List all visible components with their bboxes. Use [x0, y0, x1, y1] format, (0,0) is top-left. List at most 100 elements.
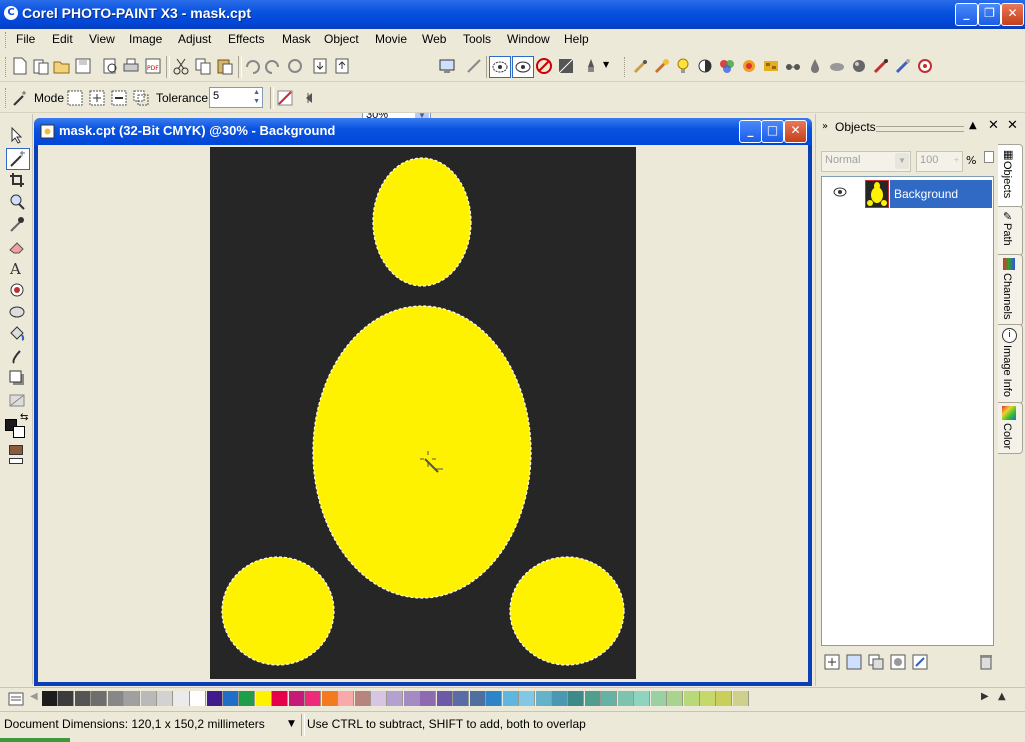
mask-tool-icon[interactable]	[6, 148, 30, 170]
ellipse-tool-icon[interactable]	[8, 303, 26, 321]
toolbar-grip[interactable]	[5, 57, 9, 77]
fill-tool-icon[interactable]	[8, 325, 26, 343]
pick-tool-icon[interactable]	[8, 126, 26, 144]
transparency-tool-icon[interactable]	[8, 391, 26, 409]
palette-swatch[interactable]	[42, 691, 58, 706]
publish-pdf-icon[interactable]: PDF	[144, 57, 162, 75]
print-preview-icon[interactable]	[101, 57, 119, 75]
tab-color[interactable]: Color	[998, 402, 1023, 454]
menu-view[interactable]: View	[89, 32, 115, 46]
tab-image-info[interactable]: i Image Info	[998, 324, 1023, 404]
eraser-brush-icon[interactable]	[894, 57, 912, 75]
palette-swatch[interactable]	[551, 691, 568, 706]
hue-saturation-icon[interactable]	[740, 57, 758, 75]
copy-icon[interactable]	[194, 57, 212, 75]
image-shapes[interactable]	[210, 147, 636, 679]
close-button[interactable]: ✕	[1001, 3, 1024, 26]
corel-balloon-icon[interactable]: C	[4, 6, 18, 20]
open-icon[interactable]	[53, 57, 71, 75]
opacity-spinner-icon[interactable]: ÷	[954, 155, 959, 165]
crop-tool-icon[interactable]	[8, 171, 26, 189]
left-foot-circle[interactable]	[221, 556, 335, 666]
palette-swatch[interactable]	[568, 691, 585, 706]
chevron-down-icon[interactable]: ▼	[603, 60, 609, 69]
palette-swatch[interactable]	[124, 691, 141, 706]
palette-expand-icon[interactable]: ▲	[998, 691, 1006, 702]
palette-swatch[interactable]	[453, 691, 470, 706]
palette-swatch[interactable]	[650, 691, 667, 706]
menu-grip[interactable]	[5, 32, 9, 48]
menu-image[interactable]: Image	[129, 32, 162, 46]
palette-swatch[interactable]	[634, 691, 651, 706]
print-icon[interactable]	[122, 57, 140, 75]
text-tool-icon[interactable]: A	[8, 259, 26, 277]
palette-swatch[interactable]	[190, 691, 207, 706]
color-balance-icon[interactable]	[718, 57, 736, 75]
docker-close-icon[interactable]: ✕	[988, 118, 999, 133]
drop-icon[interactable]	[806, 57, 824, 75]
palette-swatch[interactable]	[222, 691, 239, 706]
docker-options-icon[interactable]	[984, 151, 994, 163]
toolbar-grip[interactable]	[5, 88, 9, 108]
palette-swatch[interactable]	[58, 691, 75, 706]
palette-swatch[interactable]	[338, 691, 355, 706]
palette-swatch[interactable]	[140, 691, 157, 706]
mode-normal-icon[interactable]	[66, 89, 84, 107]
tab-path[interactable]: ✎ Path	[998, 206, 1023, 256]
palette-swatch[interactable]	[436, 691, 453, 706]
eraser-tool-icon[interactable]	[8, 237, 26, 255]
effect-tool-icon[interactable]	[653, 57, 671, 75]
menu-object[interactable]: Object	[324, 32, 359, 46]
document-close-button[interactable]: ✕	[784, 120, 807, 143]
paint-tool-icon[interactable]	[632, 57, 650, 75]
new-from-clipboard-icon[interactable]	[32, 57, 50, 75]
docker-panel-close-icon[interactable]: ✕	[1007, 118, 1018, 133]
import-icon[interactable]	[311, 57, 329, 75]
palette-swatch[interactable]	[272, 691, 289, 706]
drop-shadow-tool-icon[interactable]	[8, 369, 26, 387]
palette-swatch[interactable]	[91, 691, 108, 706]
light-bulb-icon[interactable]	[674, 57, 692, 75]
palette-swatch[interactable]	[157, 691, 174, 706]
objects-list[interactable]	[821, 176, 994, 646]
layer-thumbnail[interactable]	[865, 180, 889, 208]
new-document-icon[interactable]	[11, 57, 29, 75]
sphere-icon[interactable]	[850, 57, 868, 75]
mode-subtractive-icon[interactable]	[110, 89, 128, 107]
menu-file[interactable]: File	[16, 32, 35, 46]
undo-icon[interactable]	[243, 57, 261, 75]
brush-icon[interactable]	[872, 57, 890, 75]
document-icon[interactable]	[40, 124, 55, 139]
zoom-tool-icon[interactable]	[8, 193, 26, 211]
palette-swatch[interactable]	[321, 691, 338, 706]
restore-button[interactable]: ❐	[978, 3, 1001, 26]
palette-swatch[interactable]	[354, 691, 371, 706]
repeat-icon[interactable]	[286, 57, 304, 75]
palette-swatch[interactable]	[288, 691, 305, 706]
full-screen-preview-icon[interactable]	[438, 57, 456, 75]
menu-edit[interactable]: Edit	[52, 32, 73, 46]
palette-swatch[interactable]	[387, 691, 404, 706]
menu-effects[interactable]: Effects	[228, 32, 264, 46]
palette-swatch[interactable]	[700, 691, 716, 706]
menu-movie[interactable]: Movie	[375, 32, 407, 46]
mode-xor-icon[interactable]	[132, 89, 150, 107]
reset-colors-icon[interactable]	[9, 458, 23, 464]
body-oval[interactable]	[312, 305, 532, 599]
application-launcher-icon[interactable]	[582, 57, 600, 75]
head-circle[interactable]	[372, 157, 472, 287]
collapse-arrows-icon[interactable]	[300, 89, 318, 107]
palette-swatch[interactable]	[74, 691, 91, 706]
combine-objects-icon[interactable]	[867, 653, 885, 671]
palette-options-icon[interactable]	[7, 690, 25, 708]
palette-swatch[interactable]	[305, 691, 322, 706]
document-maximize-button[interactable]: □	[761, 120, 784, 143]
status-dropdown-icon[interactable]: ▼	[288, 719, 295, 729]
tab-objects[interactable]: ▦ Objects	[998, 144, 1023, 208]
show-object-marquee-icon[interactable]	[512, 56, 534, 78]
image-canvas[interactable]	[210, 147, 636, 679]
palette-swatch[interactable]	[371, 691, 387, 706]
palette-swatch[interactable]	[535, 691, 552, 706]
save-icon[interactable]	[74, 57, 92, 75]
palette-swatch[interactable]	[403, 691, 420, 706]
